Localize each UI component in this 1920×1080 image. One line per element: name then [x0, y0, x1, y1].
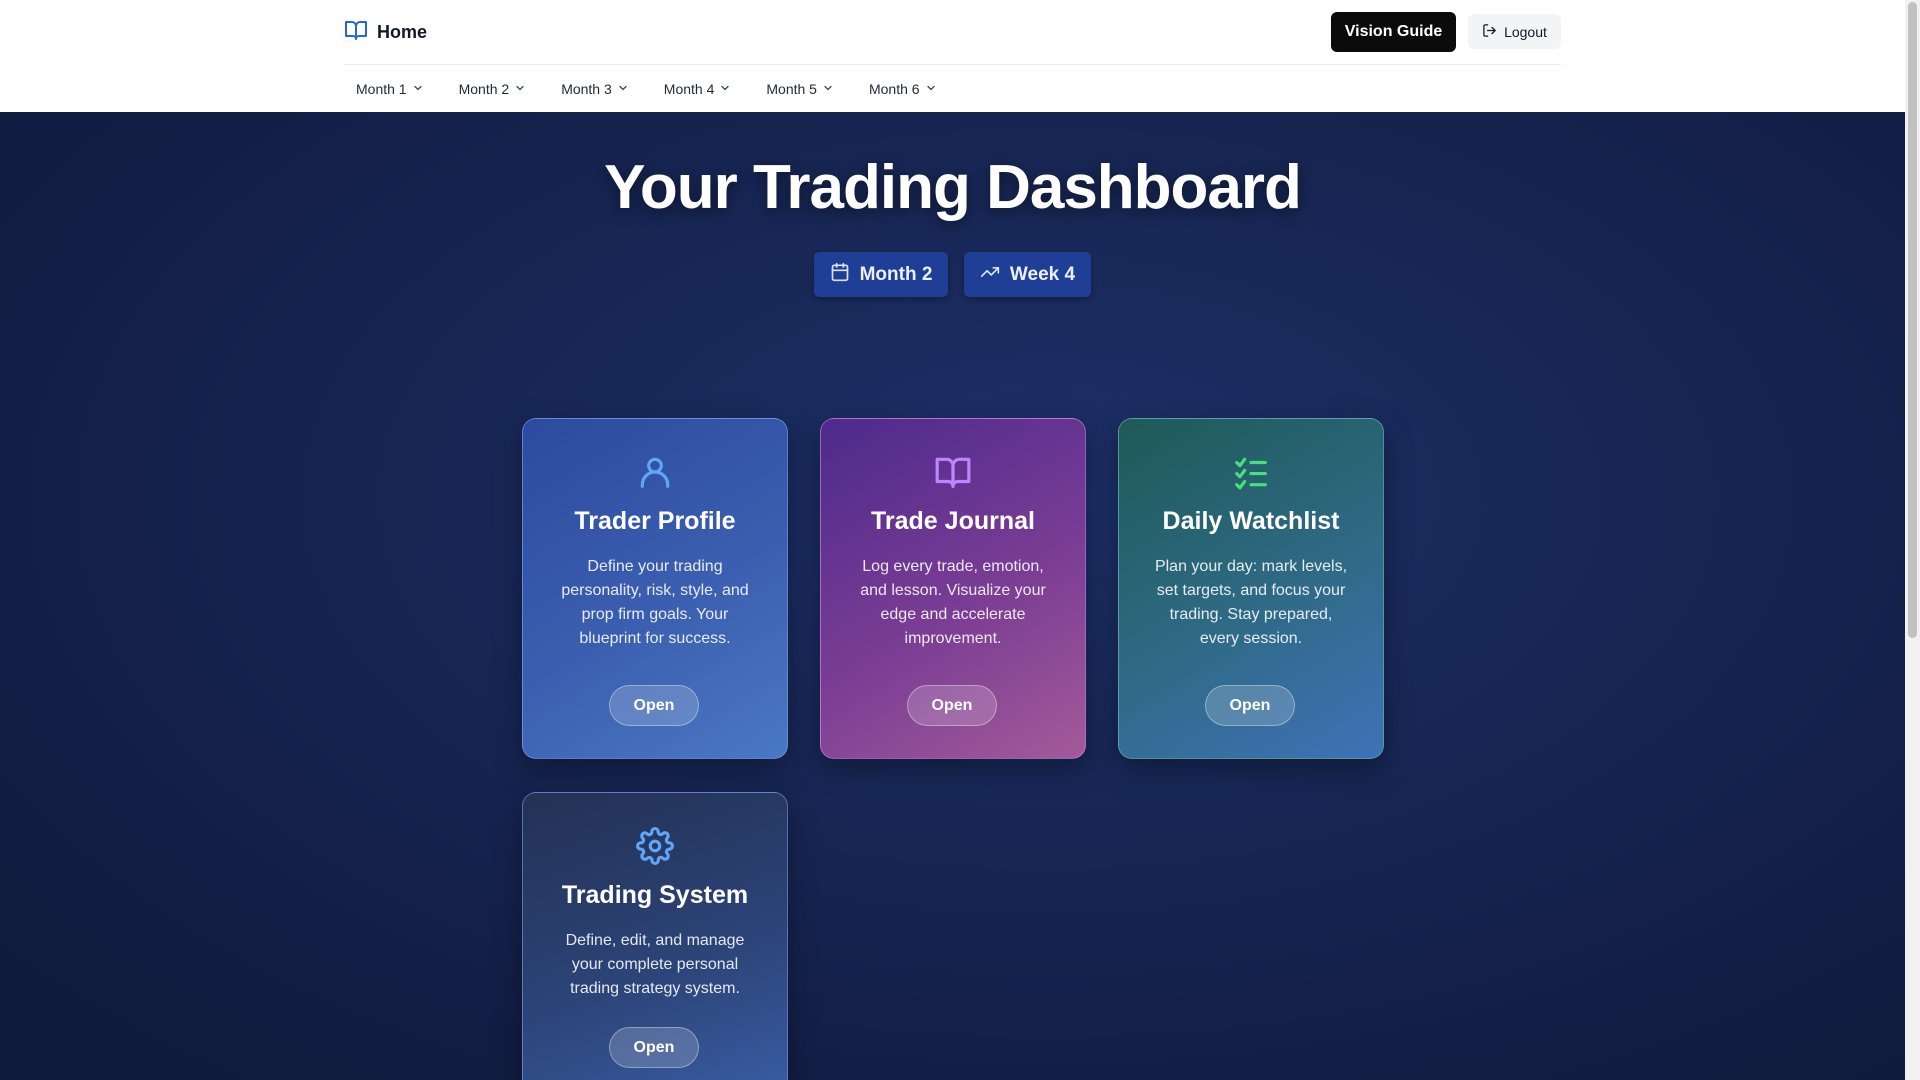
open-daily-watchlist-button[interactable]: Open [1205, 685, 1295, 726]
month-menu-3[interactable]: Month 3 [549, 77, 641, 101]
month-menu-4[interactable]: Month 4 [652, 77, 744, 101]
card-title: Trading System [561, 881, 749, 909]
scrollbar-thumb[interactable] [1908, 2, 1917, 638]
open-trader-profile-button[interactable]: Open [609, 685, 699, 726]
calendar-icon [830, 262, 850, 288]
chevron-down-icon [412, 81, 424, 97]
book-open-icon [934, 453, 972, 493]
month-menu-6[interactable]: Month 6 [857, 77, 949, 101]
home-link[interactable]: Home [344, 18, 427, 46]
logout-label: Logout [1504, 23, 1547, 40]
logout-button[interactable]: Logout [1468, 14, 1561, 49]
chevron-down-icon [822, 81, 834, 97]
month-menu-1[interactable]: Month 1 [344, 77, 436, 101]
chevron-down-icon [719, 81, 731, 97]
card-title: Trade Journal [871, 507, 1035, 535]
card-daily-watchlist: Daily Watchlist Plan your day: mark leve… [1118, 418, 1384, 759]
chevron-down-icon [925, 81, 937, 97]
page-title: Your Trading Dashboard [604, 153, 1302, 222]
home-label: Home [377, 21, 428, 42]
user-icon [636, 453, 674, 493]
current-month-label: Month 2 [859, 263, 933, 285]
chevron-down-icon [617, 81, 629, 97]
vision-guide-button[interactable]: Vision Guide [1331, 12, 1456, 52]
card-description: Define your trading personality, risk, s… [561, 558, 749, 647]
page-scrollbar[interactable] [1905, 0, 1920, 1080]
card-description: Plan your day: mark levels, set targets,… [1154, 558, 1348, 647]
card-description: Log every trade, emotion, and lesson. Vi… [860, 558, 1046, 647]
gear-icon [636, 827, 674, 867]
month-nav: Month 1 Month 2 Month 3 Month 4 Month 5 … [344, 77, 960, 101]
card-title: Daily Watchlist [1162, 507, 1340, 535]
top-header: Home Vision Guide Logout Month 1 Month 2… [0, 0, 1905, 112]
month-menu-5[interactable]: Month 5 [754, 77, 846, 101]
month-menu-2[interactable]: Month 2 [447, 77, 539, 101]
book-open-icon [344, 18, 368, 47]
month-label: Month 5 [766, 81, 817, 97]
month-label: Month 4 [663, 81, 715, 97]
month-label: Month 1 [356, 81, 407, 97]
month-label: Month 3 [561, 81, 612, 97]
card-trading-system: Trading System Define, edit, and manage … [522, 792, 788, 1080]
month-label: Month 2 [458, 81, 510, 97]
month-label: Month 6 [868, 81, 920, 97]
chevron-down-icon [514, 81, 526, 97]
card-trader-profile: Trader Profile Define your trading perso… [522, 418, 788, 759]
dashboard-main: Your Trading Dashboard Month 2 Week 4 Tr… [0, 112, 1905, 1080]
card-trade-journal: Trade Journal Log every trade, emotion, … [820, 418, 1086, 759]
logout-icon [1482, 23, 1497, 41]
open-trade-journal-button[interactable]: Open [907, 685, 997, 726]
current-week-badge: Week 4 [964, 252, 1091, 297]
trending-up-icon [980, 262, 1000, 288]
open-trading-system-button[interactable]: Open [609, 1027, 699, 1068]
current-week-label: Week 4 [1009, 263, 1076, 285]
card-description: Define, edit, and manage your complete p… [565, 932, 745, 997]
current-month-badge: Month 2 [814, 252, 948, 297]
card-title: Trader Profile [574, 507, 736, 535]
list-checks-icon [1232, 453, 1270, 493]
header-divider [344, 64, 1561, 65]
